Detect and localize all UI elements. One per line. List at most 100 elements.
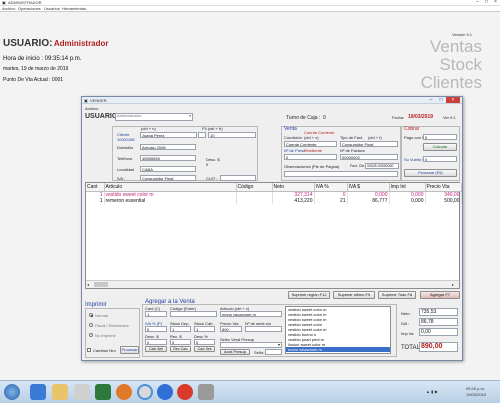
cell-precio: 500,00 — [425, 197, 462, 204]
col-header-articulo[interactable]: Articulo — [104, 183, 237, 192]
fact-num-input[interactable] — [340, 154, 398, 160]
watermark-line: Ventas — [430, 37, 482, 56]
condicion-select[interactable] — [284, 141, 337, 147]
col-header-imp-int[interactable]: Imp Int — [389, 183, 426, 192]
main-title: ADMINISTRADOR — [8, 0, 42, 5]
dialog-menu-archivo[interactable]: Archivo — [85, 106, 98, 111]
col-header-precio[interactable]: Precio Vta — [425, 183, 462, 192]
rec-calc-button[interactable]: Rec Calc — [170, 346, 191, 352]
taskbar-media-icon[interactable] — [157, 384, 173, 400]
tray-icons[interactable]: ▲ ▮ ◆ — [426, 389, 437, 394]
menu-operaciones[interactable]: Operaciones — [18, 6, 41, 11]
suggestion-item[interactable]: mono vavavoom m — [286, 347, 390, 352]
fact-label: Nº de Factura — [340, 148, 365, 153]
vuelto-label: Su Vuelto $ — [404, 157, 425, 162]
article-suggestions[interactable]: vestido sweet color m vestido sweet color… — [285, 306, 391, 354]
main-window: ▣ ADMINISTRADOR – □ × Archivo Operacione… — [0, 0, 500, 403]
procesar-f5-button[interactable]: Procesar (F5) — [404, 169, 457, 177]
articulo-input[interactable] — [220, 311, 282, 317]
menu-herramientas[interactable]: Herramientas — [62, 6, 86, 11]
radio-no-imprimir[interactable] — [89, 333, 93, 337]
menu-archivo[interactable]: Archivo — [2, 6, 15, 11]
serie-input[interactable] — [245, 326, 282, 332]
taskbar-program-icon[interactable] — [198, 384, 214, 400]
rec1-input[interactable] — [170, 339, 191, 345]
suprimir-ultimo-button[interactable]: Suprimir último F9 — [333, 291, 375, 299]
turno-value: 0 — [323, 115, 326, 121]
user-header: USUARIO: Administrador — [3, 38, 109, 49]
sena-input[interactable] — [265, 349, 282, 355]
telefono-label: Teléfono — [117, 156, 133, 161]
scroll-thumb[interactable] — [94, 282, 108, 287]
fact-cae-input[interactable] — [365, 163, 399, 169]
start-button-icon[interactable] — [4, 384, 20, 400]
iva-input[interactable] — [140, 175, 196, 181]
usuario-select[interactable]: Administrador ▾ — [115, 113, 193, 121]
presu-num-input[interactable] — [284, 154, 337, 160]
calc-sell-2-button[interactable]: Calc Sell — [194, 346, 215, 352]
vendedor-select[interactable]: ▾ — [220, 342, 282, 348]
menu-usuarios[interactable]: Usuarios — [44, 6, 60, 11]
taskbar-folder-icon[interactable] — [52, 384, 68, 400]
iva-pct-input[interactable] — [145, 326, 167, 332]
anot-presup-button[interactable]: Anot Presup — [220, 349, 250, 355]
taskbar-spreadsheet-icon[interactable] — [95, 384, 111, 400]
precio-vta-input[interactable] — [220, 326, 242, 332]
maximize-icon[interactable]: □ — [483, 0, 490, 5]
taskbar-app-icon[interactable] — [74, 384, 90, 400]
agregar-button[interactable]: Agregar F7 — [420, 291, 460, 299]
taskbar-red-icon[interactable] — [177, 384, 193, 400]
obs-input[interactable] — [284, 171, 398, 177]
radio-normal-label: Normal — [95, 313, 108, 318]
horizontal-scrollbar[interactable]: ◂ ▸ — [86, 280, 459, 288]
stock-cab-input[interactable] — [194, 326, 215, 332]
radio-normal[interactable] — [89, 313, 93, 317]
taskbar-chrome-icon[interactable] — [137, 384, 153, 400]
col-header-neto[interactable]: Neto — [272, 183, 315, 192]
codigo-input[interactable] — [170, 311, 217, 317]
close-icon[interactable]: × — [492, 0, 499, 5]
cliente-nombre-input[interactable] — [140, 132, 197, 138]
domicilio-input[interactable] — [140, 144, 196, 150]
dialog-minimize-icon[interactable]: – — [426, 97, 436, 103]
telefono-input[interactable] — [140, 155, 196, 161]
taskbar-firefox-icon[interactable] — [116, 384, 132, 400]
scroll-left-icon[interactable]: ◂ — [87, 282, 89, 287]
radio-fiscal-label: Fiscal / Electrónica — [95, 323, 129, 328]
cambiar-nro-checkbox[interactable] — [87, 348, 91, 352]
col-header-codigo[interactable]: Código — [236, 183, 273, 192]
col-header-iva-pct[interactable]: IVA % — [314, 183, 348, 192]
minimize-icon[interactable]: – — [474, 0, 481, 5]
stock-dep-input[interactable] — [170, 326, 191, 332]
localidad-input[interactable] — [140, 166, 196, 172]
cliente-id-input[interactable] — [198, 132, 206, 138]
cant-input[interactable] — [145, 311, 167, 317]
dialog-maximize-icon[interactable]: □ — [436, 97, 446, 103]
cuit-input[interactable] — [220, 175, 256, 181]
procesar-button[interactable]: Procesar — [120, 346, 139, 354]
desc1-input[interactable] — [145, 339, 167, 345]
pago-input[interactable] — [423, 134, 457, 140]
desc2-input[interactable] — [194, 339, 215, 345]
table-row[interactable]: 1 remeron essential 413,220 21 86,777 0,… — [86, 197, 462, 204]
suprimir-renglon-button[interactable]: Suprimir reglón F12 — [288, 291, 330, 299]
calc-sell-button[interactable]: Calc Sell — [145, 346, 167, 352]
col-header-iva-amt[interactable]: IVA $ — [347, 183, 390, 192]
tipo-select[interactable] — [340, 141, 398, 147]
items-grid[interactable]: Cant Articulo Código Neto IVA % IVA $ Im… — [85, 182, 462, 289]
scroll-right-icon[interactable]: ▸ — [452, 282, 454, 287]
dialog-close-icon[interactable]: × — [446, 97, 460, 103]
dialog-title: VENDER — [90, 98, 107, 103]
calcular-button[interactable]: Calcular — [423, 143, 457, 151]
vuelto-input[interactable] — [423, 156, 457, 162]
col-header-cant[interactable]: Cant — [86, 183, 105, 192]
chevron-down-icon: ▾ — [188, 113, 191, 118]
chevron-down-icon: ▾ — [277, 342, 280, 347]
suprimir-todo-button[interactable]: Suprimir Todo F8 — [378, 291, 416, 299]
cliente-id-field[interactable] — [208, 132, 256, 138]
taskbar-ie-icon[interactable] — [30, 384, 46, 400]
radio-fiscal[interactable] — [89, 323, 93, 327]
suggestion-list: vestido sweet color m vestido sweet color… — [286, 307, 390, 352]
radio-no-imprimir-label: No Imprimir — [95, 333, 116, 338]
dialog-titlebar: ▣ VENDER – □ × — [82, 97, 462, 104]
